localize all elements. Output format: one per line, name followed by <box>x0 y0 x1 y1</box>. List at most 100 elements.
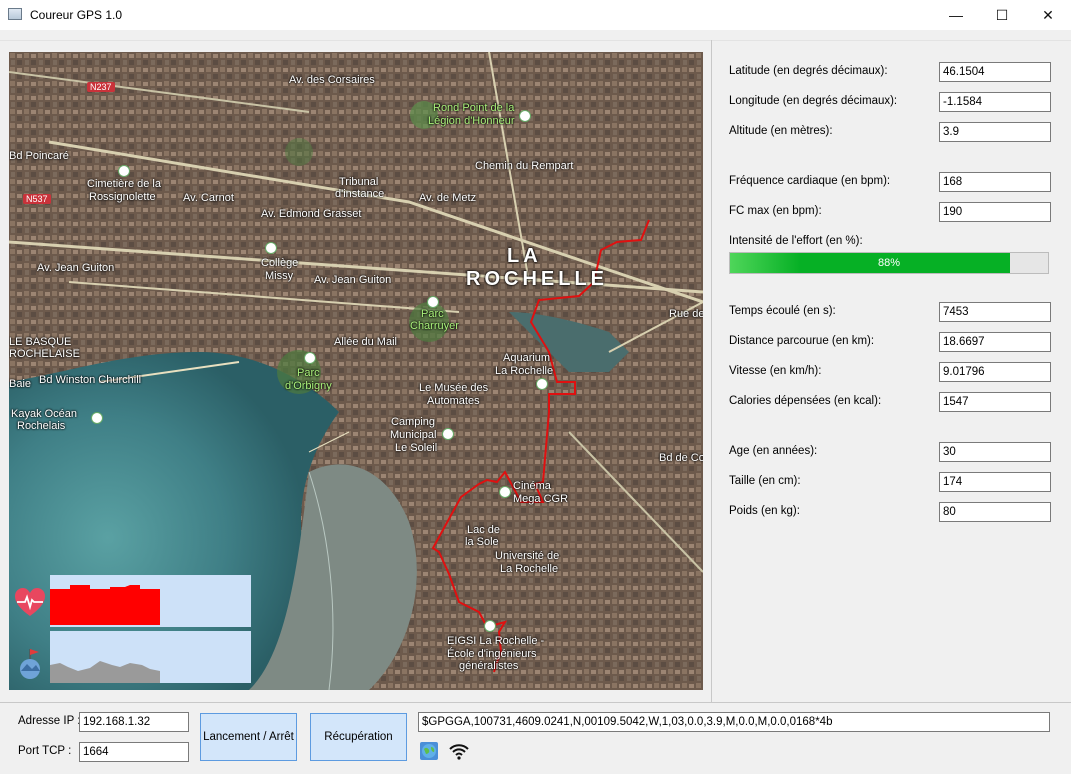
map-label: Tribunal <box>339 176 379 188</box>
map-label: Av. Jean Guiton <box>314 274 392 286</box>
calories-field[interactable]: 1547 <box>939 392 1051 412</box>
road-badge-n237: N237 <box>87 82 115 92</box>
app-icon <box>8 8 22 20</box>
map-label: Av. Edmond Grasset <box>261 208 362 220</box>
map-label: Av. Jean Guiton <box>37 262 115 274</box>
longitude-field[interactable]: -1.1584 <box>939 92 1051 112</box>
map-label: Bd Poincaré <box>9 150 69 162</box>
map-label: Cimetière de la <box>87 178 161 190</box>
wifi-icon <box>448 741 470 761</box>
maximize-button[interactable]: ☐ <box>979 0 1025 30</box>
map-label: Rochelais <box>17 420 66 432</box>
altitude-label: Altitude (en mètres): <box>729 125 833 137</box>
weight-label: Poids (en kg): <box>729 505 800 517</box>
minimize-button[interactable]: — <box>933 0 979 30</box>
poi-marker[interactable] <box>519 110 531 122</box>
map-label: Cinéma <box>513 480 551 492</box>
heart-rate-label: Fréquence cardiaque (en bpm): <box>729 175 891 187</box>
road-badge-n537: N537 <box>23 194 51 204</box>
map-label: Aquarium <box>503 352 551 364</box>
max-heart-rate-label: FC max (en bpm): <box>729 205 822 217</box>
map-label: Rossignolette <box>89 191 156 203</box>
elapsed-time-field[interactable]: 7453 <box>939 302 1051 322</box>
poi-marker[interactable] <box>304 352 316 364</box>
map-label: Le Soleil <box>395 442 438 454</box>
poi-marker[interactable] <box>427 296 439 308</box>
start-stop-button[interactable]: Lancement / Arrêt <box>200 713 297 761</box>
effort-intensity-progress: 88% <box>729 252 1049 274</box>
max-heart-rate-field[interactable]: 190 <box>939 202 1051 222</box>
bottom-divider <box>0 702 1071 703</box>
effort-intensity-label: Intensité de l'effort (en %): <box>729 235 863 247</box>
ip-address-field[interactable]: 192.168.1.32 <box>79 712 189 732</box>
latitude-field[interactable]: 46.1504 <box>939 62 1051 82</box>
calories-label: Calories dépensées (en kcal): <box>729 395 882 407</box>
altitude-field[interactable]: 3.9 <box>939 122 1051 142</box>
heart-rate-graph <box>50 575 251 627</box>
map-label-city: LA <box>507 245 542 267</box>
longitude-label: Longitude (en degrés décimaux): <box>729 95 898 107</box>
map-label: Allée du Mail <box>334 336 397 348</box>
distance-label: Distance parcourue (en km): <box>729 335 875 347</box>
map-label-city: ROCHELLE <box>466 268 608 290</box>
map-label: ROCHELAISE <box>9 348 80 360</box>
globe-icon <box>420 742 438 760</box>
map-label: Collège <box>261 257 299 269</box>
poi-marker[interactable] <box>118 165 130 177</box>
title-bar: Coureur GPS 1.0 — ☐ ✕ <box>0 0 1071 30</box>
map-label: Mega CGR <box>513 493 569 505</box>
map-label: Missy <box>265 270 294 282</box>
menu-strip <box>0 30 1071 41</box>
poi-marker[interactable] <box>499 486 511 498</box>
map-label: la Sole <box>465 536 499 548</box>
height-field[interactable]: 174 <box>939 472 1051 492</box>
poi-marker[interactable] <box>265 242 277 254</box>
map-label: Baie <box>9 378 32 390</box>
map-label: généralistes <box>459 660 519 672</box>
map-label: Lac de <box>467 524 501 536</box>
speed-field[interactable]: 9.01796 <box>939 362 1051 382</box>
map-label: Camping <box>391 416 436 428</box>
weight-field[interactable]: 80 <box>939 502 1051 522</box>
poi-marker[interactable] <box>91 412 103 424</box>
map-label: Parc <box>421 308 444 320</box>
tcp-port-field[interactable]: 1664 <box>79 742 189 762</box>
map-label: Parc <box>297 367 320 379</box>
poi-marker[interactable] <box>442 428 454 440</box>
poi-marker[interactable] <box>484 620 496 632</box>
map-label: Av. Carnot <box>183 192 234 204</box>
map-label: Le Musée des <box>419 382 489 394</box>
map-label: Automates <box>427 395 480 407</box>
map-label: Municipal <box>390 429 437 441</box>
tcp-port-label: Port TCP : <box>18 745 72 757</box>
progress-text: 88% <box>877 257 901 269</box>
map-label: Rue de <box>669 308 703 320</box>
latitude-label: Latitude (en degrés décimaux): <box>729 65 888 77</box>
map-label: d'Orbigny <box>285 380 332 392</box>
distance-field[interactable]: 18.6697 <box>939 332 1051 352</box>
heart-pulse-icon <box>13 586 47 620</box>
satellite-map[interactable]: N237 N537 Av. des Corsaires Rond Point d… <box>9 52 703 690</box>
heart-rate-field[interactable]: 168 <box>939 172 1051 192</box>
map-label: Chemin du Rempart <box>475 160 574 172</box>
map-label: Bd de Cognehors <box>659 452 703 464</box>
map-label: La Rochelle <box>495 365 554 377</box>
map-label: Kayak Océan <box>11 408 78 420</box>
poi-marker[interactable] <box>536 378 548 390</box>
window-title: Coureur GPS 1.0 <box>30 8 123 22</box>
map-label: Av. des Corsaires <box>289 74 375 86</box>
map-label: Charruyer <box>410 320 459 332</box>
close-button[interactable]: ✕ <box>1025 0 1071 30</box>
map-label: La Rochelle <box>500 563 559 575</box>
fetch-button[interactable]: Récupération <box>310 713 407 761</box>
map-label: Légion d'Honneur <box>428 115 515 127</box>
map-label: École d'ingénieurs <box>447 648 537 660</box>
map-label: LE BASQUE <box>9 336 72 348</box>
map-label: Bd Winston Churchill <box>39 374 142 386</box>
nmea-sentence-field[interactable]: $GPGGA,100731,4609.0241,N,00109.5042,W,1… <box>418 712 1050 732</box>
age-field[interactable]: 30 <box>939 442 1051 462</box>
ip-address-label: Adresse IP : <box>18 715 81 727</box>
speed-label: Vitesse (en km/h): <box>729 365 822 377</box>
map-label: Rond Point de la <box>433 102 515 114</box>
elapsed-time-label: Temps écoulé (en s): <box>729 305 836 317</box>
